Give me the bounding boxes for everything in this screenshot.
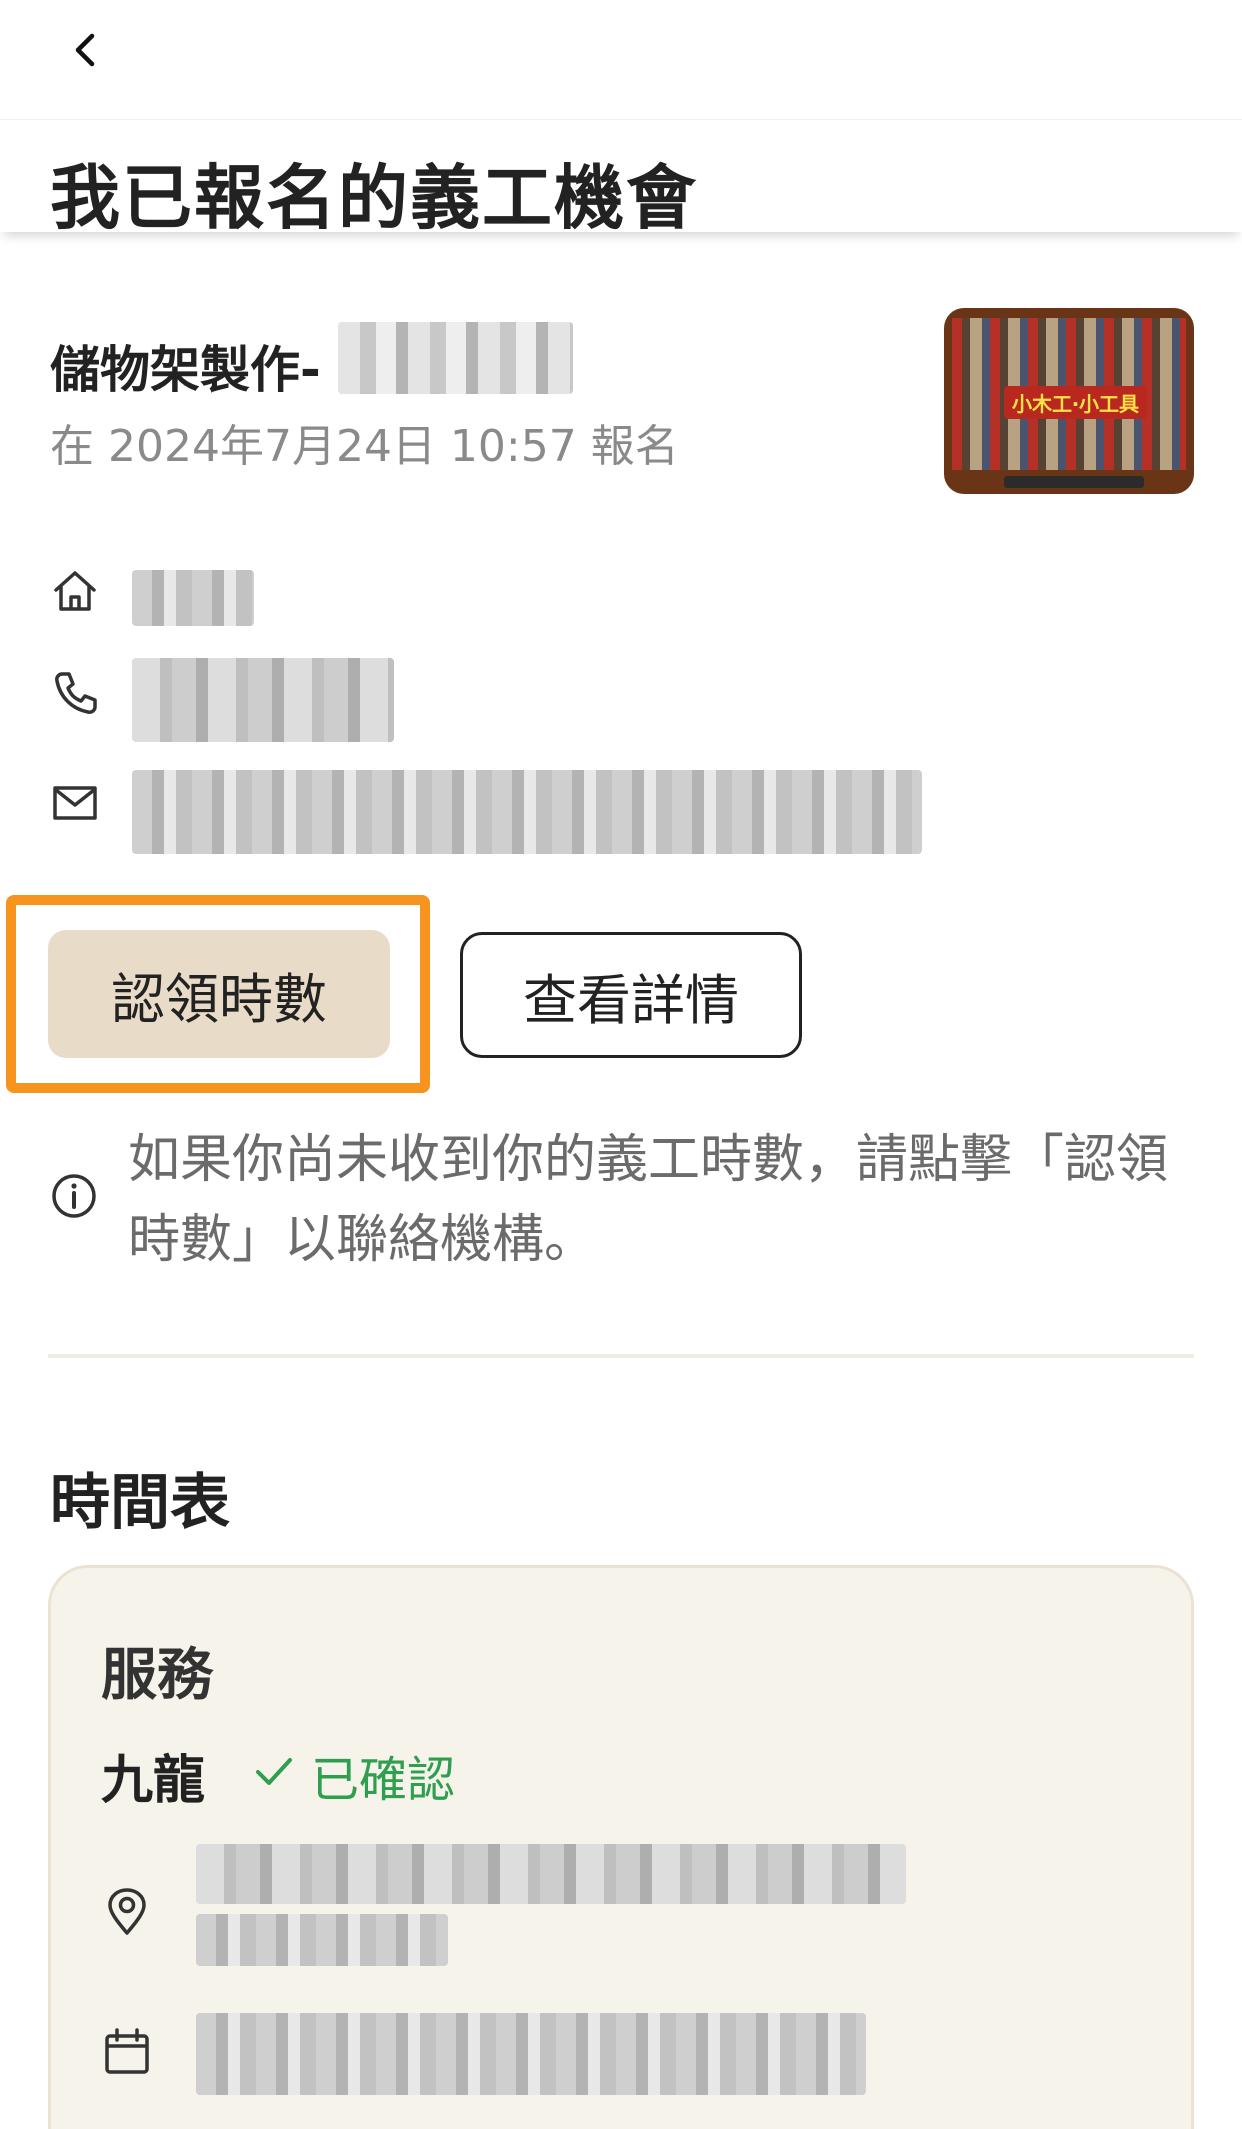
redacted-location-line-2	[196, 1914, 448, 1966]
view-details-button[interactable]: 查看詳情	[460, 932, 802, 1058]
check-icon	[256, 1758, 292, 1785]
event-name: 儲物架製作-	[50, 341, 321, 399]
redacted-address	[132, 570, 254, 626]
phone-icon	[55, 672, 97, 714]
redacted-date	[196, 2013, 866, 2095]
location-pin-icon	[108, 1888, 146, 1935]
redacted-event-name	[338, 322, 573, 394]
mail-icon	[53, 786, 97, 820]
page-title: 我已報名的義工機會	[50, 157, 698, 239]
divider	[48, 1354, 1194, 1358]
chevron-left-icon	[75, 33, 95, 67]
info-message: 如果你尚未收到你的義工時數，請點擊「認領時數」以聯絡機構。	[128, 1130, 1169, 1270]
redacted-email	[132, 770, 922, 854]
schedule-heading: 時間表	[50, 1468, 230, 1538]
thumbnail-caption-bar	[1004, 476, 1144, 488]
contact-row-address	[50, 548, 1150, 638]
home-icon	[54, 571, 96, 611]
info-icon	[52, 1174, 96, 1218]
event-thumbnail[interactable]: 小木工‧小工具	[944, 308, 1194, 494]
claim-hours-button[interactable]: 認領時數	[48, 930, 390, 1058]
service-title: 服務	[101, 1643, 213, 1708]
thumbnail-label: 小木工‧小工具	[1004, 386, 1147, 419]
redacted-phone	[132, 658, 394, 742]
schedule-card: 服務 九龍 已確認	[48, 1565, 1194, 2129]
title-bar: 我已報名的義工機會	[0, 120, 1242, 239]
top-app-bar	[0, 0, 1242, 120]
contact-row-email	[50, 760, 1150, 854]
status-badge: 已確認	[311, 1752, 456, 1808]
registration-time: 在 2024年7月24日 10:57 報名	[50, 421, 679, 472]
redacted-location	[196, 1844, 906, 1904]
region-label: 九龍	[101, 1751, 206, 1811]
contact-row-phone	[50, 650, 1150, 742]
calendar-icon	[105, 2028, 149, 2074]
back-button[interactable]	[58, 22, 114, 78]
